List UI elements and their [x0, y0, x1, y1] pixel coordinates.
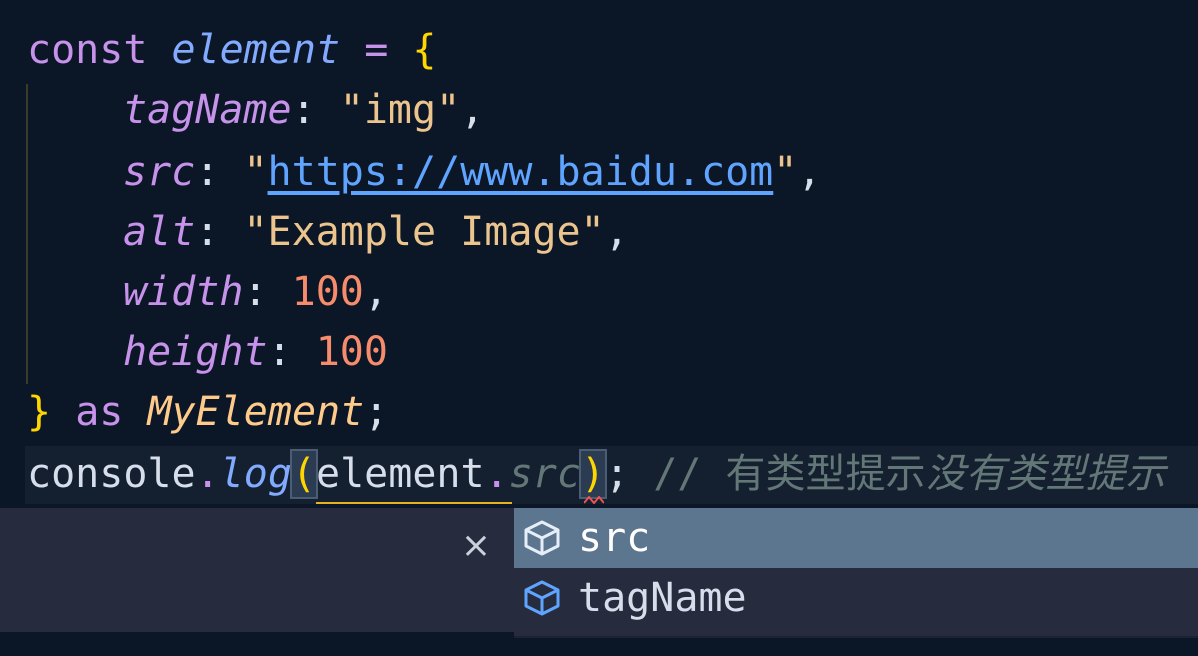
number-value: 100 [315, 329, 388, 375]
code-line-5[interactable]: width: 100, [27, 262, 388, 322]
log-method: log [219, 451, 292, 497]
number-value: 100 [291, 269, 364, 315]
colon: : [195, 149, 220, 195]
console-object: console [27, 451, 196, 497]
open-brace: { [412, 27, 437, 73]
string-value: "img" [339, 87, 461, 133]
url-link[interactable]: https://www.baidu.com [268, 149, 774, 195]
suggest-item-label: src [578, 515, 651, 561]
property-cube-icon [524, 520, 560, 556]
property-key: width [123, 269, 244, 315]
comma: , [363, 269, 388, 315]
colon: : [291, 87, 316, 133]
quote: " [773, 149, 798, 195]
keyword-const: const [27, 27, 148, 73]
suggest-item-tagname[interactable]: tagName [514, 568, 1198, 628]
error-squiggle-icon [584, 496, 604, 504]
suggest-item-src[interactable]: src [514, 508, 1198, 568]
paren-open: ( [289, 449, 319, 499]
code-line-6[interactable]: height: 100 [27, 322, 388, 382]
code-line-1[interactable]: const element = { [27, 20, 436, 80]
keyword-as: as [75, 389, 124, 435]
type-name: MyElement [147, 389, 365, 435]
comma: , [604, 209, 629, 255]
close-icon[interactable]: × [456, 526, 496, 566]
assign-operator: = [364, 27, 389, 73]
match-underline [316, 502, 512, 504]
code-line-2[interactable]: tagName: "img", [27, 80, 484, 140]
paren-close: ) [578, 449, 608, 499]
colon: : [243, 269, 268, 315]
dot: . [195, 451, 220, 497]
semicolon: ; [605, 451, 630, 497]
ghost-completion: src [508, 451, 581, 497]
code-editor[interactable]: const element = { tagName: "img", src: "… [0, 0, 1198, 656]
colon: : [267, 329, 292, 375]
suggest-item-label: tagName [578, 575, 747, 621]
code-line-3[interactable]: src: "https://www.baidu.com", [27, 142, 821, 202]
quote: " [243, 149, 268, 195]
suggest-list: src tagName [514, 508, 1198, 638]
close-brace: } [27, 389, 52, 435]
code-comment: // 有类型提示 [653, 451, 926, 497]
string-value: "Example Image" [243, 209, 605, 255]
colon: : [195, 209, 220, 255]
property-key: alt [123, 209, 196, 255]
dot: . [484, 451, 509, 497]
comma: , [797, 149, 822, 195]
variable-name: element [171, 27, 341, 73]
argument-object: element [316, 451, 485, 497]
property-key: height [123, 329, 268, 375]
comma: , [460, 87, 485, 133]
code-comment-italic: 没有类型提示 [925, 451, 1166, 497]
property-key: src [123, 149, 196, 195]
code-line-4[interactable]: alt: "Example Image", [27, 202, 629, 262]
suggest-widget: × src tagName [0, 508, 1198, 638]
code-line-7[interactable]: } as MyElement; [27, 382, 388, 442]
suggest-details-pane: × [0, 508, 514, 632]
property-key: tagName [123, 87, 292, 133]
code-line-8[interactable]: console.log(element.src); // 有类型提示没有类型提示 [27, 444, 1165, 504]
semicolon: ; [364, 389, 389, 435]
property-cube-icon [524, 580, 560, 616]
